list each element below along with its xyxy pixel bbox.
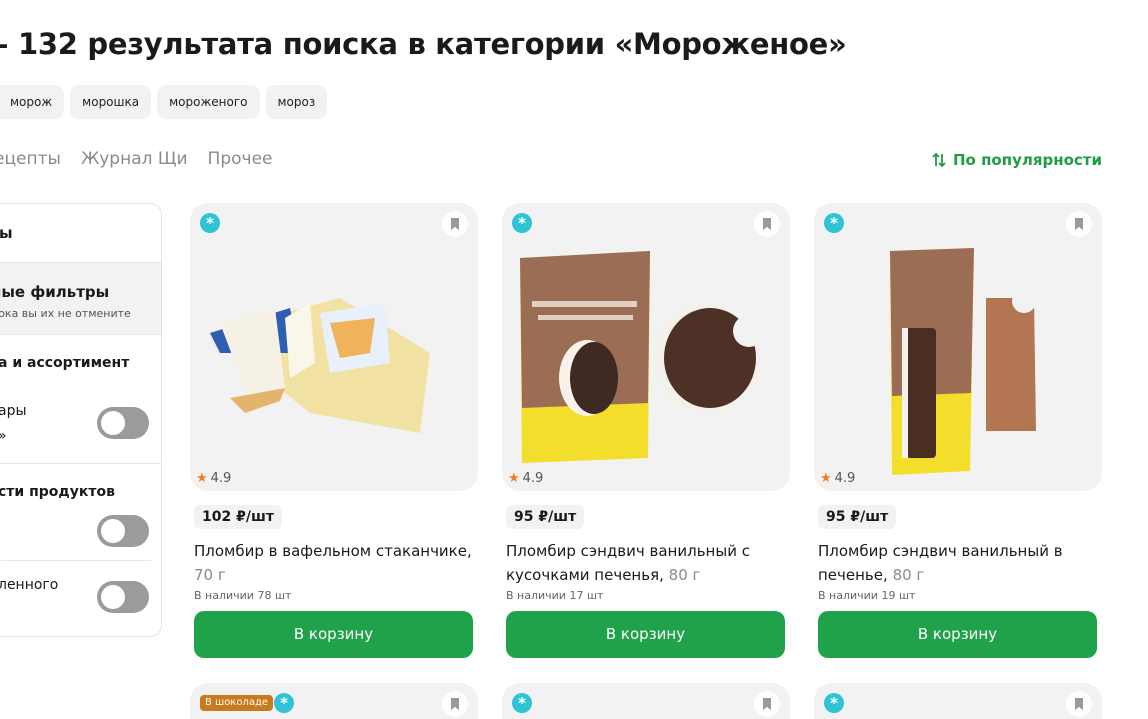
product-card[interactable]: * xyxy=(814,683,1102,719)
star-icon: ★ xyxy=(508,471,520,486)
search-suggestions: морож морошка мороженого мороз xyxy=(0,85,328,119)
product-image[interactable]: * xyxy=(814,203,1102,491)
tab-other[interactable]: Прочее xyxy=(208,149,273,169)
snowflake-badge-icon: * xyxy=(512,693,532,713)
stock-info: В наличии 17 шт xyxy=(506,589,604,602)
add-to-cart-button[interactable]: В корзину xyxy=(506,611,785,658)
sort-arrows-icon xyxy=(932,152,946,168)
bookmark-icon[interactable] xyxy=(754,211,780,237)
suggestion-chip[interactable]: мороз xyxy=(265,85,328,119)
divider xyxy=(0,463,161,464)
product-weight: 80 г xyxy=(668,566,701,584)
page-title: – 132 результата поиска в категории «Мор… xyxy=(0,27,847,61)
rating: ★ 4.9 xyxy=(196,471,232,486)
ice-cream-biscuit-image xyxy=(890,248,1036,475)
divider xyxy=(1,560,151,561)
snowflake-badge-icon: * xyxy=(200,213,220,233)
result-tabs: ецепты Журнал Щи Прочее xyxy=(0,149,272,169)
bookmark-icon[interactable] xyxy=(442,691,468,717)
product-image[interactable]: * xyxy=(190,203,478,491)
bookmark-icon[interactable] xyxy=(754,691,780,717)
filter-toggle[interactable] xyxy=(97,581,149,613)
rating: ★ 4.9 xyxy=(820,471,856,486)
product-name[interactable]: Пломбир сэндвич ванильный с кусочками пе… xyxy=(506,539,756,587)
saved-filters-title: ные фильтры xyxy=(0,283,110,301)
star-icon: ★ xyxy=(820,471,832,486)
sort-label: По популярности xyxy=(952,151,1102,169)
bookmark-icon[interactable] xyxy=(1066,691,1092,717)
snowflake-badge-icon: * xyxy=(274,693,294,713)
filter-item-label: » xyxy=(0,428,7,444)
ice-cream-sandwich-image xyxy=(520,251,765,463)
filter-item-label: ленного xyxy=(0,577,59,593)
filter-section-title: сти продуктов xyxy=(0,484,115,500)
suggestion-chip[interactable]: мороженого xyxy=(157,85,260,119)
snowflake-badge-icon: * xyxy=(824,213,844,233)
sort-button[interactable]: По популярности xyxy=(932,151,1102,169)
bookmark-icon[interactable] xyxy=(442,211,468,237)
price-badge: 95 ₽/шт xyxy=(818,505,897,529)
product-name[interactable]: Пломбир в вафельном стаканчике, 70 г xyxy=(194,539,484,587)
snowflake-badge-icon: * xyxy=(824,693,844,713)
add-to-cart-button[interactable]: В корзину xyxy=(194,611,473,658)
rating: ★ 4.9 xyxy=(508,471,544,486)
stock-info: В наличии 78 шт xyxy=(194,589,292,602)
filter-section-title: а и ассортимент xyxy=(0,355,130,371)
snowflake-badge-icon: * xyxy=(512,213,532,233)
add-to-cart-button[interactable]: В корзину xyxy=(818,611,1097,658)
price-badge: 95 ₽/шт xyxy=(506,505,585,529)
suggestion-chip[interactable]: морошка xyxy=(70,85,152,119)
tab-journal[interactable]: Журнал Щи xyxy=(81,149,188,169)
tab-recipes[interactable]: ецепты xyxy=(0,149,61,169)
product-weight: 80 г xyxy=(892,566,925,584)
product-weight: 70 г xyxy=(194,566,226,584)
product-name[interactable]: Пломбир сэндвич ванильный в печенье, 80 … xyxy=(818,539,1068,587)
filter-panel: ы ные фильтры пока вы их не отмените а и… xyxy=(0,203,162,637)
ice-cream-cone-image xyxy=(210,298,430,433)
bookmark-icon[interactable] xyxy=(1066,211,1092,237)
product-card[interactable]: В шоколаде * xyxy=(190,683,478,719)
chocolate-tag: В шоколаде xyxy=(200,695,274,711)
price-badge: 102 ₽/шт xyxy=(194,505,282,529)
saved-filters-subtitle: пока вы их не отмените xyxy=(0,307,131,320)
saved-filters[interactable]: ные фильтры пока вы их не отмените xyxy=(0,262,161,335)
product-image[interactable]: * xyxy=(502,203,790,491)
suggestion-chip[interactable]: морож xyxy=(0,85,65,119)
filter-item-label: ары xyxy=(0,403,27,419)
filter-header: ы xyxy=(0,224,13,242)
stock-info: В наличии 19 шт xyxy=(818,589,916,602)
filter-toggle[interactable] xyxy=(97,515,149,547)
product-card[interactable]: * xyxy=(502,683,790,719)
filter-toggle[interactable] xyxy=(97,407,149,439)
star-icon: ★ xyxy=(196,471,208,486)
